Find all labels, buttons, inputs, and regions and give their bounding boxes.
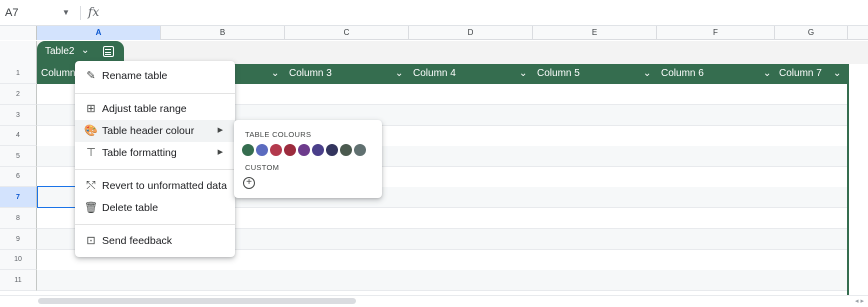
row-header-11[interactable]: 11	[0, 270, 37, 291]
scroll-arrows-icon[interactable]: ◂ ▸	[855, 297, 864, 305]
row-header-1[interactable]: 1	[0, 64, 37, 84]
chevron-down-icon[interactable]: ⌄	[643, 64, 651, 84]
row-header-2[interactable]: 2	[0, 84, 37, 105]
colour-swatch[interactable]	[354, 144, 366, 156]
chevron-down-icon[interactable]: ⌄	[81, 45, 89, 56]
rename-icon: ✎	[86, 70, 96, 82]
column-headers: A B C D E F G	[0, 26, 868, 40]
row-header-8[interactable]: 8	[0, 208, 37, 229]
row-header-10[interactable]: 10	[0, 250, 37, 270]
colour-swatch[interactable]	[312, 144, 324, 156]
column-header-d[interactable]: D	[409, 26, 533, 40]
scrollbar-thumb[interactable]	[38, 298, 356, 304]
table-header-cell[interactable]: Column 7 ⌄	[775, 64, 848, 84]
table-name: Table2	[45, 46, 75, 57]
menu-item-delete-table[interactable]: 🗑 Delete table	[75, 197, 235, 219]
select-all-corner[interactable]	[0, 26, 37, 40]
row-header-6[interactable]: 6	[0, 167, 37, 187]
colour-swatch[interactable]	[326, 144, 338, 156]
header-colour-submenu: TABLE COLOURS CUSTOM +	[234, 120, 382, 198]
row-header-4[interactable]: 4	[0, 126, 37, 146]
colour-swatch[interactable]	[284, 144, 296, 156]
row-header-7[interactable]: 7	[0, 187, 37, 208]
colour-swatch[interactable]	[242, 144, 254, 156]
table-row[interactable]	[37, 270, 848, 291]
submenu-arrow-icon: ▶	[217, 127, 223, 134]
menu-item-revert-unformatted[interactable]: ⤲ Revert to unformatted data	[75, 175, 235, 197]
chevron-down-icon[interactable]: ⌄	[271, 64, 279, 84]
menu-divider	[75, 93, 235, 94]
menu-item-rename-table[interactable]: ✎ Rename table	[75, 65, 235, 87]
submenu-arrow-icon: ▶	[217, 149, 223, 156]
trash-icon: 🗑	[84, 202, 98, 214]
chevron-down-icon[interactable]: ⌄	[395, 64, 403, 84]
table-context-menu: ✎ Rename table ⊞ Adjust table range 🎨 Ta…	[75, 61, 235, 257]
menu-item-table-header-colour[interactable]: 🎨 Table header colour ▶	[75, 120, 235, 142]
row-header-3[interactable]: 3	[0, 105, 37, 126]
row-header-5[interactable]: 5	[0, 146, 37, 167]
colour-swatch[interactable]	[270, 144, 282, 156]
add-custom-colour-icon[interactable]: +	[243, 177, 255, 189]
menu-item-table-formatting[interactable]: ⊤ Table formatting ▶	[75, 142, 235, 164]
selected-cell-a7[interactable]	[37, 186, 75, 208]
column-header-c[interactable]: C	[285, 26, 409, 40]
column-header-a[interactable]: A	[37, 26, 161, 40]
menu-divider	[75, 224, 235, 225]
chevron-down-icon[interactable]: ⌄	[763, 64, 771, 84]
table-header-cell[interactable]: Column 4 ⌄	[409, 64, 533, 84]
chevron-down-icon[interactable]: ⌄	[519, 64, 527, 84]
horizontal-scrollbar[interactable]: ◂ ▸	[0, 295, 868, 307]
spreadsheet-app: A7 ▼ fx A B C D E F G Table2 ⌄ 1 2 3 4 5…	[0, 0, 868, 307]
table-header-cell[interactable]: Column 6 ⌄	[657, 64, 775, 84]
colour-swatch[interactable]	[298, 144, 310, 156]
formula-separator	[80, 6, 81, 20]
column-header-g[interactable]: G	[775, 26, 848, 40]
fx-icon: fx	[88, 5, 100, 19]
table-right-gutter	[848, 84, 868, 295]
menu-item-send-feedback[interactable]: ⊡ Send feedback	[75, 230, 235, 252]
chevron-down-icon[interactable]: ⌄	[833, 64, 841, 84]
colour-swatch[interactable]	[340, 144, 352, 156]
name-box-dropdown-icon[interactable]: ▼	[62, 8, 70, 17]
table-colours-heading: TABLE COLOURS	[245, 130, 312, 139]
custom-heading: CUSTOM	[245, 163, 280, 172]
column-header-f[interactable]: F	[657, 26, 775, 40]
column-header-e[interactable]: E	[533, 26, 657, 40]
paint-roller-icon: ⊤	[86, 147, 96, 159]
colour-swatch[interactable]	[256, 144, 268, 156]
feedback-icon: ⊡	[86, 235, 96, 247]
table-range-icon: ⊞	[86, 103, 96, 115]
menu-divider	[75, 169, 235, 170]
row-header-9[interactable]: 9	[0, 229, 37, 250]
table-header-cell[interactable]: Column 5 ⌄	[533, 64, 657, 84]
table-right-border	[847, 64, 849, 295]
revert-icon: ⤲	[86, 180, 96, 192]
palette-icon: 🎨	[84, 125, 98, 137]
menu-item-adjust-table-range[interactable]: ⊞ Adjust table range	[75, 98, 235, 120]
table-view-icon[interactable]	[103, 46, 114, 57]
column-header-b[interactable]: B	[161, 26, 285, 40]
formula-bar: A7 ▼ fx	[0, 0, 868, 26]
name-box[interactable]: A7	[5, 7, 18, 19]
table-header-cell[interactable]: Column 3 ⌄	[285, 64, 409, 84]
table-right-gutter	[848, 64, 868, 84]
row-header-spacer	[0, 41, 37, 64]
